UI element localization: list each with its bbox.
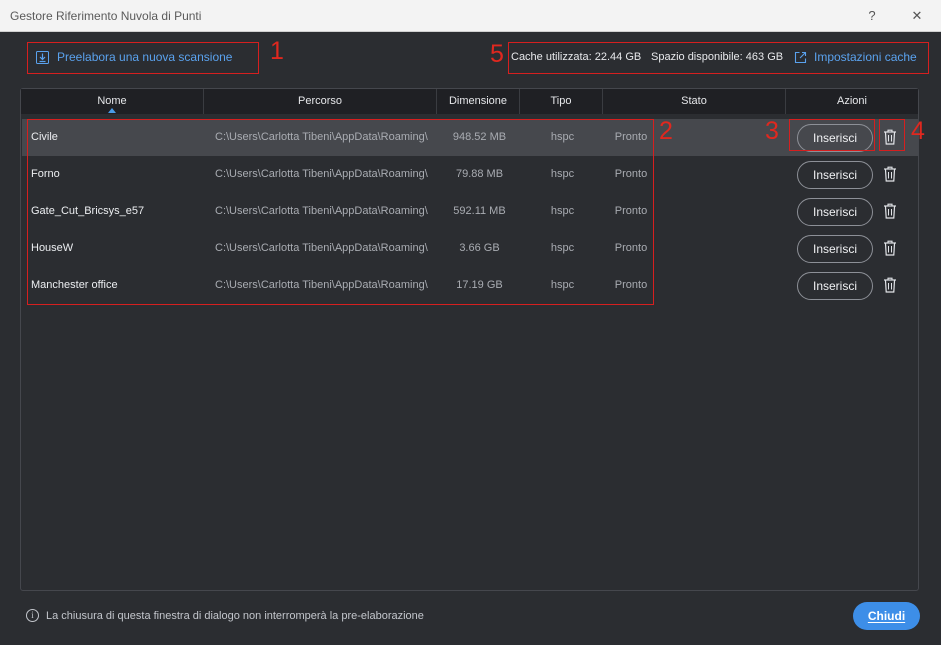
annotation-box-2 [27, 119, 654, 305]
footer-note-text: La chiusura di questa finestra di dialog… [46, 609, 424, 622]
info-icon: i [26, 609, 39, 622]
annotation-box-5 [508, 42, 929, 74]
annotation-box-4 [879, 119, 905, 151]
column-label-azioni: Azioni [837, 95, 867, 107]
insert-button[interactable]: Inserisci [797, 161, 873, 189]
annotation-number-2: 2 [659, 117, 673, 145]
annotation-number-5: 5 [490, 40, 504, 68]
table-header: Nome Percorso Dimensione Tipo Stato Azio… [21, 89, 918, 114]
trash-icon[interactable] [883, 277, 897, 293]
column-label-nome: Nome [97, 95, 127, 107]
column-header-azioni: Azioni [786, 89, 918, 114]
annotation-number-4: 4 [911, 117, 925, 145]
footer-note: i La chiusura di questa finestra di dial… [26, 609, 424, 622]
column-header-nome[interactable]: Nome [21, 89, 204, 114]
annotation-box-3 [789, 119, 875, 151]
annotation-number-3: 3 [765, 117, 779, 145]
close-window-button[interactable]: ✕ [906, 6, 928, 26]
insert-button[interactable]: Inserisci [797, 235, 873, 263]
trash-icon[interactable] [883, 240, 897, 256]
window-title: Gestore Riferimento Nuvola di Punti [10, 9, 202, 23]
column-header-percorso[interactable]: Percorso [204, 89, 437, 114]
trash-icon[interactable] [883, 166, 897, 182]
column-header-dimensione[interactable]: Dimensione [437, 89, 520, 114]
help-button[interactable]: ? [861, 6, 883, 26]
column-label-percorso: Percorso [297, 95, 343, 107]
insert-button[interactable]: Inserisci [797, 272, 873, 300]
title-bar: Gestore Riferimento Nuvola di Punti ? ✕ [0, 0, 941, 32]
column-label-stato: Stato [681, 95, 707, 107]
annotation-number-1: 1 [270, 37, 284, 65]
annotation-box-1 [27, 42, 259, 74]
column-label-tipo: Tipo [550, 95, 572, 107]
column-header-tipo[interactable]: Tipo [520, 89, 603, 114]
column-label-dimensione: Dimensione [448, 95, 508, 107]
trash-icon[interactable] [883, 203, 897, 219]
column-header-stato[interactable]: Stato [603, 89, 786, 114]
sort-ascending-icon [108, 108, 116, 113]
insert-button[interactable]: Inserisci [797, 198, 873, 226]
close-button[interactable]: Chiudi [853, 602, 920, 630]
